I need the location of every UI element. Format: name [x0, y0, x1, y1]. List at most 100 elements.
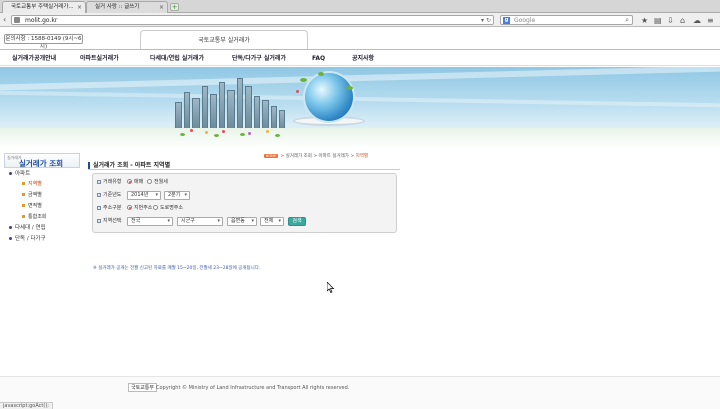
chevron-down-icon: ▾: [251, 218, 254, 224]
breadcrumb-path: > 실거래가 조회 > 아파트 실거래가 >: [280, 154, 356, 159]
form-label-text: 지역선택: [103, 218, 122, 224]
sync-icon[interactable]: ☁: [693, 16, 701, 25]
radio-rent[interactable]: 전월세: [147, 178, 168, 187]
select-value: 전국: [131, 218, 141, 224]
page-title-text: 실거래가 조회 - 아파트 지역별: [93, 162, 171, 169]
chevron-down-icon: ▾: [167, 218, 170, 224]
form-label-text: 기준년도: [103, 192, 122, 198]
chevron-down-icon: ▾: [184, 192, 187, 198]
building-graphic: [192, 98, 200, 130]
label-box-icon: [97, 218, 101, 223]
leaf-graphic: [214, 134, 219, 137]
navigation-bar: ‹ molit.go.kr ▾ ↻ g Google ⌕ ★ ▤ ⇩ ⌂ ☁ ≡: [0, 13, 720, 27]
divider: [88, 169, 400, 170]
side-subitem-price[interactable]: 금액별: [22, 191, 42, 199]
inquiry-badge: 문의사항 : 1588-0149 (9시~6시): [4, 34, 83, 50]
flower-graphic: [248, 132, 251, 135]
site-title[interactable]: 국토교통부 실거래가: [140, 30, 308, 49]
tab-blog[interactable]: 실거 사랑 :: 글쓰기 ×: [86, 1, 168, 13]
tab-label: 국토교통부 주택실거래가...: [11, 4, 74, 10]
banner-light-streak: [0, 90, 720, 108]
gnb-item-apartment[interactable]: 아파트실거래가: [80, 50, 119, 67]
menu-icon[interactable]: ≡: [707, 16, 714, 25]
side-item-apartment[interactable]: 아파트: [9, 170, 30, 178]
flower-graphic: [296, 90, 299, 93]
radio-label: 매매: [134, 179, 144, 185]
leaf-graphic: [300, 78, 307, 82]
side-subitem-label: 지역별: [28, 181, 42, 187]
leaf-graphic: [275, 134, 280, 137]
search-icon[interactable]: ⌕: [625, 16, 629, 25]
side-item-label: 다세대 / 연립: [15, 225, 46, 231]
bullet-icon: [9, 226, 12, 229]
sido-select[interactable]: 전국 ▾: [127, 217, 173, 226]
label-box-icon: [97, 179, 101, 184]
site-identity-icon[interactable]: [14, 17, 20, 23]
close-tab-icon[interactable]: ×: [159, 2, 164, 13]
download-icon[interactable]: ⇩: [667, 16, 674, 25]
tab-molit[interactable]: 국토교통부 주택실거래가... ×: [2, 1, 86, 13]
form-row-address-type: 주소구분 지번주소 도로명주소: [97, 204, 397, 214]
quarter-select[interactable]: 2분기 ▾: [164, 191, 190, 200]
radio-unchecked-icon: [153, 205, 158, 210]
gnb-item-notice-guide[interactable]: 실거래가공개안내: [12, 50, 56, 67]
home-icon[interactable]: ⌂: [680, 16, 685, 25]
form-row-year: 기준년도 2014년 ▾ 2분기 ▾: [97, 191, 397, 201]
bookmarks-icon[interactable]: ▤: [654, 16, 662, 25]
flower-graphic: [266, 130, 269, 133]
dong-select[interactable]: 읍면동 ▾: [227, 217, 257, 226]
google-icon[interactable]: g: [503, 17, 510, 24]
side-menu-header: 실거래가 실거래가 조회: [4, 153, 80, 168]
new-tab-button[interactable]: +: [170, 3, 179, 11]
browser-window: 국토교통부 주택실거래가... × 실거 사랑 :: 글쓰기 × + ‹ mol…: [0, 0, 720, 409]
bullet-icon: [9, 172, 12, 175]
complex-select[interactable]: 전체 ▾: [260, 217, 284, 226]
building-graphic: [254, 96, 260, 130]
bullet-icon: [22, 193, 25, 196]
building-graphic: [279, 110, 285, 130]
label-box-icon: [97, 205, 101, 210]
banner-light-streak: [0, 67, 720, 91]
globe-graphic: [305, 73, 353, 121]
leaf-graphic: [180, 133, 185, 136]
building-graphic: [245, 86, 252, 130]
mouse-cursor-icon: [327, 282, 335, 293]
search-bar[interactable]: g Google ⌕: [500, 15, 633, 25]
radio-label: 도로명주소: [160, 205, 184, 211]
sigungu-select[interactable]: 시군구 ▾: [177, 217, 223, 226]
search-form: 거래유형 매매 전월세 기준년도 2014년 ▾ 2분기 ▾ 주소구분 지번주소 도…: [92, 173, 397, 233]
building-graphic: [202, 86, 208, 130]
side-subitem-region[interactable]: 지역별: [22, 180, 42, 188]
building-graphic: [175, 102, 182, 130]
footer-copyright: Copyright © Ministry of Land Infrastruct…: [156, 385, 350, 391]
gnb-item-announcements[interactable]: 공지사항: [352, 50, 374, 67]
side-subitem-combined[interactable]: 통합조회: [22, 213, 46, 221]
side-item-label: 단독 / 다가구: [15, 236, 46, 242]
side-item-multiplex[interactable]: 다세대 / 연립: [9, 224, 46, 232]
side-menu-title: 실거래가 조회: [19, 159, 64, 168]
search-button[interactable]: 검색: [288, 217, 306, 226]
radio-road-address[interactable]: 도로명주소: [153, 204, 183, 213]
year-select[interactable]: 2014년 ▾: [127, 191, 161, 200]
side-item-detached[interactable]: 단독 / 다가구: [9, 235, 46, 243]
gnb-item-faq[interactable]: FAQ: [312, 50, 325, 67]
breadcrumb-current: 지역별: [355, 154, 368, 159]
url-bar[interactable]: molit.go.kr ▾ ↻: [11, 15, 494, 25]
leaf-graphic: [318, 72, 324, 76]
building-graphic: [271, 106, 277, 130]
reload-icon[interactable]: ▾ ↻: [481, 16, 491, 25]
breadcrumb-home[interactable]: HOME: [263, 154, 279, 158]
side-subitem-area[interactable]: 면적별: [22, 202, 42, 210]
form-row-deal-type: 거래유형 매매 전월세: [97, 178, 397, 188]
radio-lot-address[interactable]: 지번주소: [127, 204, 152, 213]
gnb-item-detached[interactable]: 단독/다가구 실거래가: [232, 50, 286, 67]
tab-label: 실거 사랑 :: 글쓰기: [95, 4, 140, 10]
radio-sale[interactable]: 매매: [127, 178, 143, 187]
back-icon[interactable]: ‹: [3, 15, 6, 25]
close-tab-icon[interactable]: ×: [77, 2, 82, 13]
url-text: molit.go.kr: [25, 17, 58, 24]
label-box-icon: [97, 192, 101, 197]
form-label: 기준년도: [97, 191, 121, 200]
bookmark-star-icon[interactable]: ★: [641, 16, 648, 25]
gnb-item-multiplex[interactable]: 다세대/연립 실거래가: [150, 50, 204, 67]
